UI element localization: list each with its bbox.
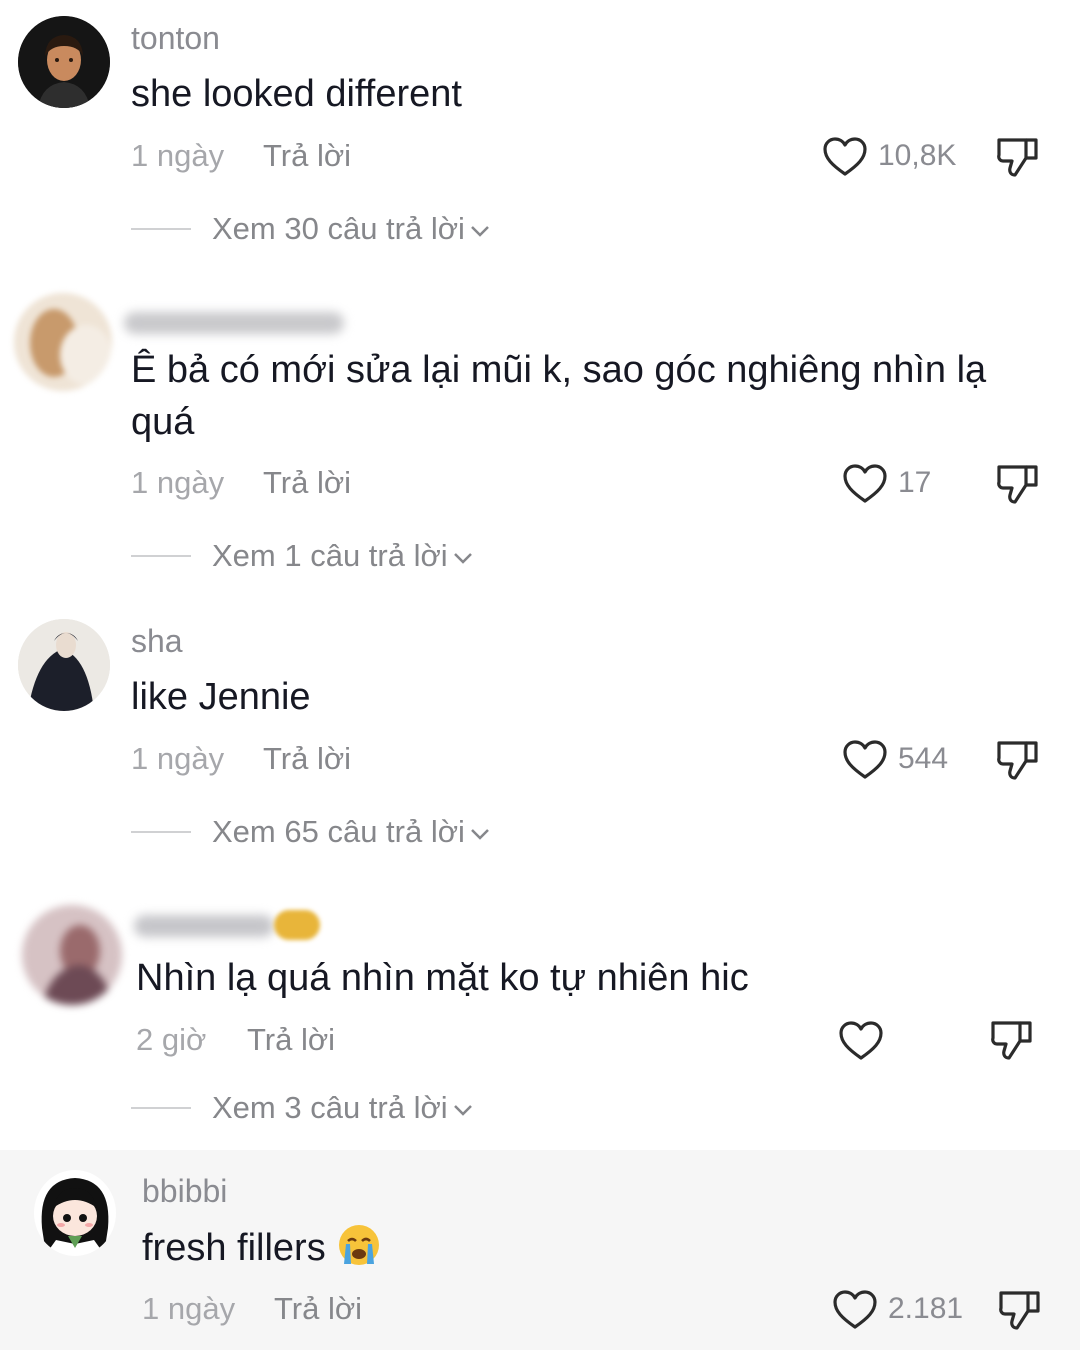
like-count: 2.181 [888,1292,964,1325]
username-blurred[interactable] [124,312,344,334]
chevron-down-icon [453,552,472,564]
thumbs-down-icon[interactable] [995,134,1041,180]
view-replies-button[interactable]: Xem 30 câu trả lời [212,211,491,247]
avatar[interactable] [14,293,112,391]
like-count: 17 [898,466,932,499]
username[interactable]: bbibbi [142,1173,227,1210]
comment-text: Ê bả có mới sửa lại mũi k, sao góc nghiê… [131,349,987,443]
comment-text: fresh fillers [142,1222,382,1274]
loudly-crying-face-emoji [338,1225,379,1265]
reply-button[interactable]: Trả lời [274,1291,362,1327]
heart-icon[interactable] [838,1020,884,1062]
divider-line [131,555,191,557]
view-replies-label: Xem 30 câu trả lời [212,211,465,246]
like-count: 10,8K [878,139,957,172]
reply-button[interactable]: Trả lời [263,138,351,174]
avatar[interactable] [34,1170,116,1256]
timestamp: 1 ngày [142,1291,236,1326]
view-replies-label: Xem 65 câu trả lời [212,814,465,849]
heart-icon[interactable] [822,136,868,178]
view-replies-button[interactable]: Xem 1 câu trả lời [212,538,474,574]
emoji-sticker [274,910,320,940]
heart-icon[interactable] [842,463,888,505]
timestamp: 2 giờ [136,1022,207,1057]
avatar[interactable] [22,905,122,1005]
timestamp: 1 ngày [131,741,225,776]
avatar[interactable] [18,16,110,108]
view-replies-label: Xem 3 câu trả lời [212,1090,448,1125]
chevron-down-icon [453,1104,472,1116]
reply-button[interactable]: Trả lời [263,741,351,777]
chevron-down-icon [471,828,489,840]
timestamp: 1 ngày [131,138,225,173]
comment-text: like Jennie [131,676,311,718]
username[interactable]: tonton [131,20,220,57]
divider-line [131,831,191,833]
heart-icon[interactable] [842,739,888,781]
username[interactable]: sha [131,623,183,660]
divider-line [131,228,191,230]
comment-text: Nhìn lạ quá nhìn mặt ko tự nhiên hic [136,957,749,999]
reply-button[interactable]: Trả lời [263,465,351,501]
username-blurred[interactable] [134,915,274,937]
like-count: 544 [898,742,949,775]
reply-button[interactable]: Trả lời [247,1022,335,1058]
view-replies-button[interactable]: Xem 65 câu trả lời [212,814,491,850]
chevron-down-icon [471,225,489,237]
thumbs-down-icon[interactable] [995,461,1041,507]
comment-text: she looked different [131,73,462,115]
view-replies-label: Xem 1 câu trả lời [212,538,448,573]
thumbs-down-icon[interactable] [989,1017,1035,1063]
divider-line [131,1107,191,1109]
avatar[interactable] [18,619,110,711]
comment-text-label: fresh fillers [142,1227,326,1269]
thumbs-down-icon[interactable] [997,1287,1043,1333]
timestamp: 1 ngày [131,465,225,500]
view-replies-button[interactable]: Xem 3 câu trả lời [212,1090,474,1126]
thumbs-down-icon[interactable] [995,737,1041,783]
heart-icon[interactable] [832,1289,878,1331]
